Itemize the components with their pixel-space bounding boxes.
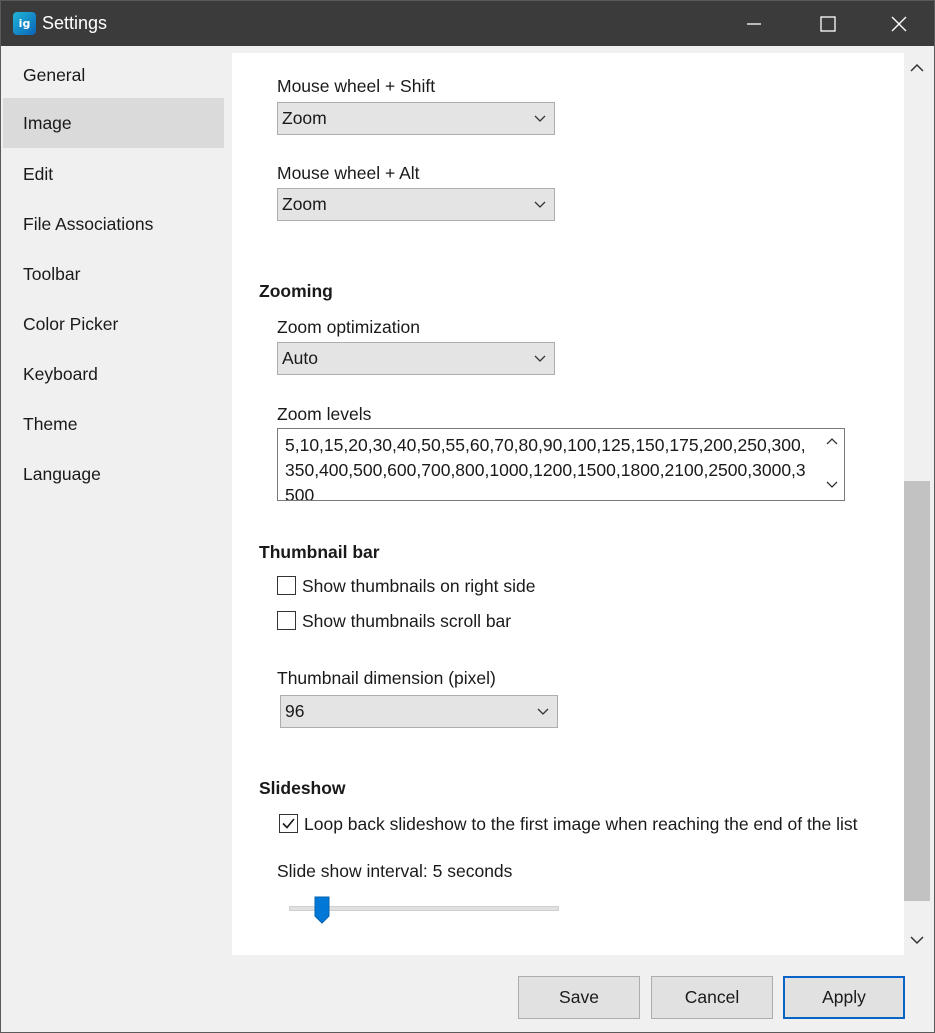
chevron-up-icon[interactable] <box>826 437 838 445</box>
chevron-down-icon <box>534 201 546 208</box>
close-icon <box>891 16 907 31</box>
mouse-wheel-alt-label: Mouse wheel + Alt <box>277 163 420 183</box>
maximize-button[interactable] <box>792 1 864 46</box>
thumbnail-dimension-label: Thumbnail dimension (pixel) <box>277 668 496 688</box>
minimize-icon <box>747 22 761 25</box>
checkmark-icon <box>282 818 295 829</box>
zoom-levels-textarea[interactable]: 5,10,15,20,30,40,50,55,60,70,80,90,100,1… <box>277 428 845 501</box>
apply-button[interactable]: Apply <box>783 976 905 1019</box>
mouse-wheel-alt-value: Zoom <box>282 194 327 214</box>
zoom-levels-value: 5,10,15,20,30,40,50,55,60,70,80,90,100,1… <box>285 435 806 501</box>
sidebar-item-image[interactable]: Image <box>3 98 224 148</box>
zoom-optimization-value: Auto <box>282 348 318 368</box>
show-thumbnails-right-side-label: Show thumbnails on right side <box>302 576 536 596</box>
zooming-heading: Zooming <box>259 281 333 301</box>
window-title: Settings <box>42 13 108 33</box>
thumbnail-dimension-select[interactable]: 96 <box>280 695 558 728</box>
mouse-wheel-shift-label: Mouse wheel + Shift <box>277 76 436 96</box>
imageglass-app-icon: ig <box>13 12 36 35</box>
thumbnail-bar-heading: Thumbnail bar <box>259 542 380 562</box>
maximize-icon <box>820 15 836 32</box>
sidebar-item-theme[interactable]: Theme <box>3 399 224 449</box>
sidebar-item-language[interactable]: Language <box>3 449 224 499</box>
content-scrollbar[interactable] <box>904 53 930 955</box>
thumbnail-dimension-value: 96 <box>285 701 305 721</box>
settings-content-panel[interactable]: Mouse wheel + Shift Zoom Mouse wheel + A… <box>232 53 904 955</box>
checkbox-box[interactable] <box>279 814 298 833</box>
sidebar-item-toolbar[interactable]: Toolbar <box>3 249 224 299</box>
slideshow-interval-slider-thumb[interactable] <box>314 896 330 924</box>
mouse-wheel-shift-value: Zoom <box>282 108 327 128</box>
zoom-optimization-select[interactable]: Auto <box>277 342 555 375</box>
slideshow-heading: Slideshow <box>259 778 346 798</box>
sidebar-item-file-associations[interactable]: File Associations <box>3 199 224 249</box>
zoom-optimization-label: Zoom optimization <box>277 317 420 337</box>
sidebar-item-edit[interactable]: Edit <box>3 149 224 199</box>
show-thumbnails-scroll-bar-checkbox[interactable]: Show thumbnails scroll bar <box>277 609 577 633</box>
title-bar[interactable]: ig Settings <box>1 1 934 46</box>
chevron-down-icon[interactable] <box>826 481 838 489</box>
chevron-down-icon <box>534 355 546 362</box>
scroll-down-icon[interactable] <box>910 935 924 945</box>
mouse-wheel-alt-select[interactable]: Zoom <box>277 188 555 221</box>
sidebar-item-keyboard[interactable]: Keyboard <box>3 349 224 399</box>
settings-window: ig Settings General Image Edit File Asso… <box>0 0 935 1033</box>
cancel-button[interactable]: Cancel <box>651 976 773 1019</box>
checkbox-box[interactable] <box>277 611 296 630</box>
minimize-button[interactable] <box>718 1 790 46</box>
sidebar: General Image Edit File Associations Too… <box>1 46 230 1032</box>
scrollbar-thumb[interactable] <box>904 481 930 901</box>
scroll-up-icon[interactable] <box>910 63 924 73</box>
close-button[interactable] <box>863 1 934 46</box>
loop-slideshow-checkbox[interactable]: Loop back slideshow to the first image w… <box>279 812 889 836</box>
slideshow-interval-label: Slide show interval: 5 seconds <box>277 861 513 881</box>
mouse-wheel-shift-select[interactable]: Zoom <box>277 102 555 135</box>
checkbox-box[interactable] <box>277 576 296 595</box>
sidebar-item-color-picker[interactable]: Color Picker <box>3 299 224 349</box>
chevron-down-icon <box>537 708 549 715</box>
save-button[interactable]: Save <box>518 976 640 1019</box>
show-thumbnails-scroll-bar-label: Show thumbnails scroll bar <box>302 611 512 631</box>
loop-slideshow-label: Loop back slideshow to the first image w… <box>304 814 858 834</box>
chevron-down-icon <box>534 115 546 122</box>
show-thumbnails-right-side-checkbox[interactable]: Show thumbnails on right side <box>277 574 577 598</box>
sidebar-item-general[interactable]: General <box>3 50 224 100</box>
zoom-levels-label: Zoom levels <box>277 404 372 424</box>
